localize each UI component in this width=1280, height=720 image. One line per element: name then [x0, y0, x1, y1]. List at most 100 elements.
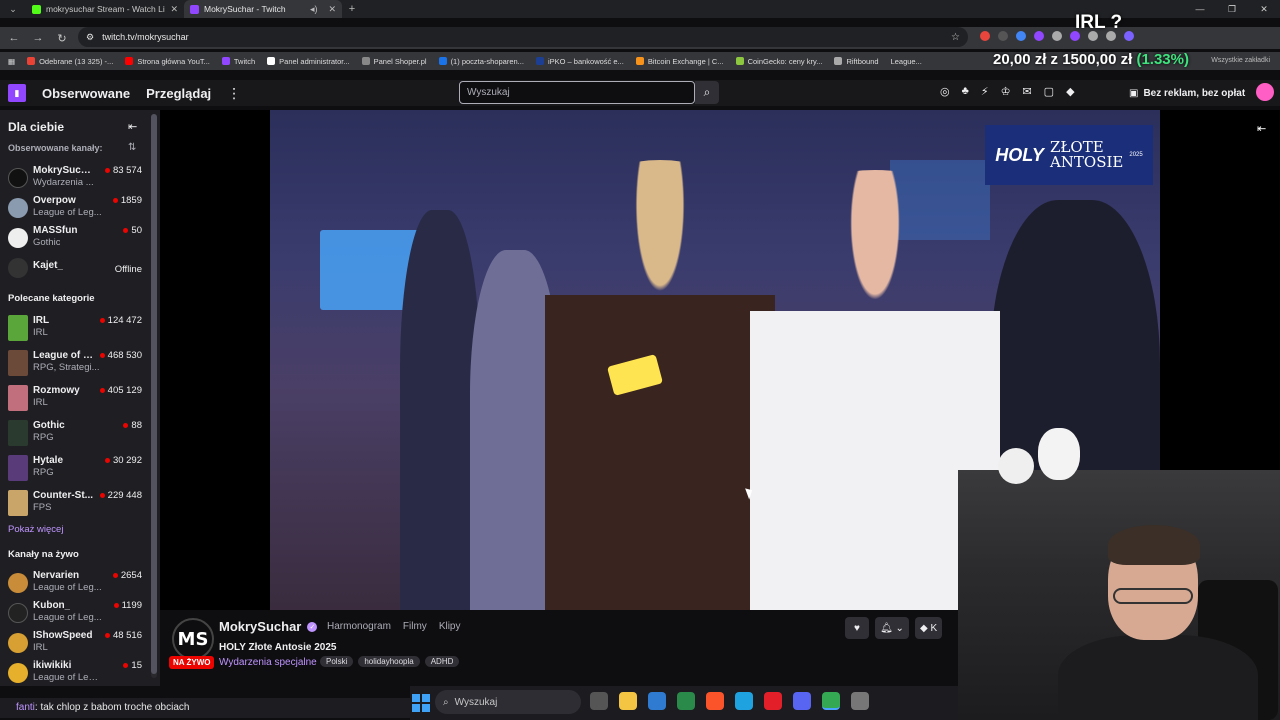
sidebar-channel-overpow[interactable]: Overpow League of Leg... 1859	[0, 194, 150, 224]
opera-icon[interactable]	[764, 692, 782, 710]
channel-name[interactable]: MokrySuchar	[219, 619, 301, 634]
stream-category-link[interactable]: Wydarzenia specjalne	[219, 657, 317, 668]
twitch-logo-icon[interactable]: ▮	[8, 84, 26, 102]
forward-button[interactable]: →	[26, 32, 50, 44]
task-view-icon[interactable]	[590, 692, 608, 710]
tab-videos[interactable]: Filmy	[403, 621, 427, 632]
sidebar-live-ishowspeed[interactable]: IShowSpeed IRL 48 516	[0, 629, 150, 659]
extension-icon[interactable]	[1016, 31, 1026, 41]
sidebar-live-nervarien[interactable]: Nervarien League of Leg... 2654	[0, 569, 150, 599]
inbox-icon[interactable]: ✉	[1022, 85, 1031, 98]
tag[interactable]: holidayhoopla	[358, 656, 420, 667]
tab-clips[interactable]: Klipy	[439, 621, 461, 632]
back-button[interactable]: ←	[2, 32, 26, 44]
overlay-irl-text: IRL ?	[1075, 12, 1123, 33]
tab-search-icon[interactable]: ⌄	[0, 0, 26, 18]
extension-icon[interactable]	[980, 31, 990, 41]
tag[interactable]: ADHD	[424, 656, 460, 667]
collapse-sidebar-icon[interactable]: ⇤	[128, 120, 137, 133]
user-avatar[interactable]	[1256, 83, 1274, 101]
live-badge: NA ŻYWO	[169, 656, 215, 669]
live-dot-icon	[123, 663, 129, 668]
site-info-icon[interactable]: ⚙	[86, 32, 94, 43]
sidebar-channel-mokrysuchar[interactable]: MokrySuchar Wydarzenia ... 83 574	[0, 164, 150, 194]
settings-icon[interactable]	[851, 692, 869, 710]
channel-avatar[interactable]: MS	[172, 618, 214, 660]
bookmark-item[interactable]: Twitch	[221, 57, 255, 66]
sidebar-live-ikiwikiki[interactable]: ikiwikiki League of Lege... 15	[0, 659, 150, 689]
sidebar-live-kubon[interactable]: Kubon_ League of Leg... 1199	[0, 599, 150, 629]
bookmark-star-icon[interactable]: ☆	[951, 32, 960, 43]
whispers-icon[interactable]: ▢	[1044, 85, 1054, 98]
adfree-button[interactable]: ▣ Bez reklam, bez opłat	[1123, 83, 1251, 103]
chrome-icon[interactable]	[822, 692, 840, 710]
address-bar[interactable]: ⚙ twitch.tv/mokrysuchar ☆	[78, 27, 968, 47]
expand-chat-icon[interactable]: ⇤	[1257, 122, 1266, 135]
more-options-icon[interactable]: ⋮	[227, 85, 241, 102]
sort-icon[interactable]: ⇅	[128, 142, 136, 153]
edge-icon[interactable]	[735, 692, 753, 710]
streamer-webcam	[958, 470, 1280, 720]
games-icon[interactable]: ⚡	[981, 85, 989, 98]
bookmark-item[interactable]: Bitcoin Exchange | C...	[635, 57, 724, 66]
sidebar-category-rozmowy[interactable]: Rozmowy IRL 405 129	[0, 384, 150, 414]
gift-sub-icon[interactable]: ◆ K	[915, 617, 943, 639]
twitch-favicon-icon	[190, 4, 199, 14]
close-window-button[interactable]: ✕	[1248, 0, 1280, 18]
bookmark-item[interactable]: (1) poczta-shoparen...	[438, 57, 524, 66]
tab-schedule[interactable]: Harmonogram	[327, 621, 391, 632]
overlay-goal: 20,00 zł z 1500,00 zł (1.33%)	[993, 51, 1189, 68]
taskbar-search-input[interactable]: ⌕ Wyszukaj	[435, 690, 581, 714]
extension-icon[interactable]	[1052, 31, 1062, 41]
bookmark-item[interactable]: Panel administrator...	[267, 57, 350, 66]
sidebar-category-hytale[interactable]: Hytale RPG 30 292	[0, 454, 150, 484]
brave-icon[interactable]	[706, 692, 724, 710]
notifications-bell-icon[interactable]: 🔔︎ ⌄	[875, 617, 909, 639]
close-tab-icon[interactable]: ✕	[170, 4, 178, 15]
reload-button[interactable]: ↻	[50, 32, 74, 45]
maximize-button[interactable]: ❐	[1216, 0, 1248, 18]
show-more-link[interactable]: Pokaż więcej	[8, 524, 63, 535]
bookmark-item[interactable]: iPKO – bankowość e...	[535, 57, 624, 66]
store-icon[interactable]	[648, 692, 666, 710]
minimize-button[interactable]: —	[1184, 0, 1216, 18]
bookmark-item[interactable]: Odebrane (13 325) -...	[27, 57, 113, 66]
sidebar-channel-kajet[interactable]: Kajet_ Offline	[0, 254, 150, 284]
browser-tab-twitch[interactable]: MokrySuchar - Twitch ◂) ✕	[184, 0, 342, 18]
apps-icon[interactable]: ▦	[8, 57, 15, 66]
search-icon[interactable]: ⌕	[695, 81, 719, 104]
sidebar-scrollbar[interactable]	[151, 114, 157, 678]
bookmark-item[interactable]: Riftbound	[834, 57, 879, 66]
crown-icon[interactable]: ♔	[1001, 85, 1011, 98]
extension-icon[interactable]	[1034, 31, 1044, 41]
follow-heart-icon[interactable]: ♥	[845, 617, 869, 639]
sidebar-category-lol[interactable]: League of L... RPG, Strategi... 468 530	[0, 349, 150, 379]
bookmark-item[interactable]: Panel Shoper.pl	[361, 57, 427, 66]
all-bookmarks-link[interactable]: Wszystkie zakładki	[1211, 57, 1270, 64]
bookmark-item[interactable]: CoinGecko: ceny kry...	[735, 57, 822, 66]
tag[interactable]: Polski	[320, 656, 354, 667]
sidebar-category-irl[interactable]: IRL IRL 124 472	[0, 314, 150, 344]
extension-icon[interactable]	[998, 31, 1008, 41]
new-tab-button[interactable]: +	[342, 3, 362, 15]
search-input[interactable]: Wyszukaj	[459, 81, 695, 104]
nav-following[interactable]: Obserwowane	[42, 86, 130, 101]
sidebar-category-counter-strike[interactable]: Counter-St... FPS 229 448	[0, 489, 150, 519]
close-tab-icon[interactable]: ✕	[328, 4, 336, 15]
url-text: twitch.tv/mokrysuchar	[102, 32, 189, 42]
start-menu-icon[interactable]	[412, 694, 430, 712]
bits-icon[interactable]: ◆	[1066, 85, 1074, 98]
speaker-icon[interactable]: ◂)	[310, 4, 318, 15]
excel-icon[interactable]	[677, 692, 695, 710]
sidebar-channel-massfun[interactable]: MASSfun Gothic 50	[0, 224, 150, 254]
nav-browse[interactable]: Przeglądaj	[146, 86, 211, 101]
bookmark-item[interactable]: League...	[891, 57, 922, 66]
sidebar-category-gothic[interactable]: Gothic RPG 88	[0, 419, 150, 449]
rewards-icon[interactable]: ◎	[940, 85, 950, 98]
turbo-icon[interactable]: ♣	[962, 85, 969, 98]
bookmark-item[interactable]: Strona główna YouT...	[125, 57, 210, 66]
profile-avatar[interactable]	[1124, 31, 1134, 41]
file-explorer-icon[interactable]	[619, 692, 637, 710]
discord-icon[interactable]	[793, 692, 811, 710]
browser-tab-kick[interactable]: mokrysuchar Stream - Watch Li ✕	[26, 0, 184, 18]
